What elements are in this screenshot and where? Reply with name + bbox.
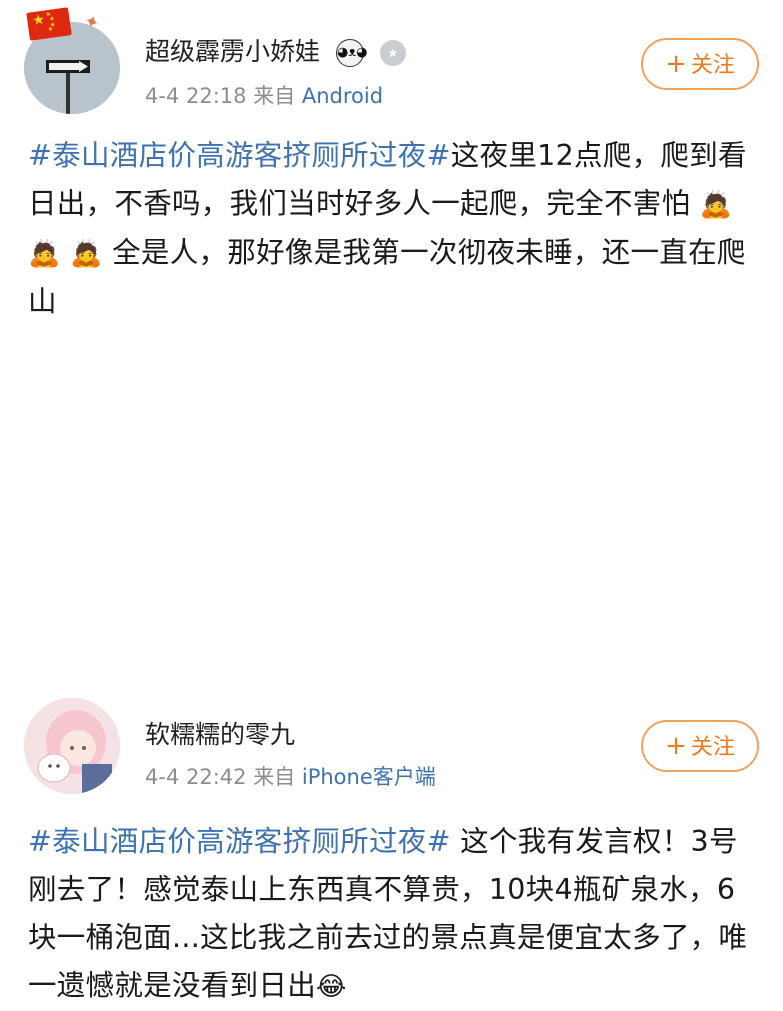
post-date: 4-4 22:42 <box>145 765 247 789</box>
anime-girl-image <box>24 698 120 794</box>
post-date: 4-4 22:18 <box>145 84 247 108</box>
weibo-post: 软糯糯的零九 4-4 22:42 来自 iPhone客户端 + 关注 #泰山酒店价… <box>0 340 783 1002</box>
via-label: 来自 <box>253 765 296 789</box>
username-text[interactable]: 超级霹雳小娇娃 <box>145 37 320 66</box>
follow-label: 关注 <box>690 53 735 78</box>
panda-icon: ◕ᴥ◕ <box>335 39 368 67</box>
plus-icon: + <box>665 49 687 79</box>
china-flag-icon: ★ ★ ★ ★ ★ <box>26 7 72 41</box>
bowing-emoji-icon: 🙇 <box>28 239 61 269</box>
post-meta: 4-4 22:42 来自 iPhone客户端 <box>145 764 436 790</box>
username[interactable]: 软糯糯的零九 <box>145 720 295 750</box>
post-source[interactable]: Android <box>302 84 383 108</box>
follow-label: 关注 <box>690 735 735 760</box>
follow-button[interactable]: + 关注 <box>641 720 759 772</box>
hashtag-link[interactable]: #泰山酒店价高游客挤厕所过夜# <box>28 139 451 172</box>
bowing-emoji-icon: 🙇 <box>699 190 733 220</box>
medal-icon: ★ <box>379 40 406 66</box>
plus-icon: + <box>665 731 687 761</box>
username-text[interactable]: 软糯糯的零九 <box>145 720 295 749</box>
via-label: 来自 <box>253 84 296 108</box>
user-avatar[interactable] <box>24 698 120 794</box>
post-content: #泰山酒店价高游客挤厕所过夜# 这个我有发言权！3号刚去了！感觉泰山上东西真不算… <box>28 818 758 1011</box>
laughing-crying-emoji-icon: 😂 <box>316 972 347 1002</box>
bowing-emoji-icon: 🙇 <box>70 239 103 269</box>
post-text-continued: 全是人，那好像是我第一次彻夜未睡，还一直在爬山 <box>28 236 746 318</box>
post-meta: 4-4 22:18 来自 Android <box>145 83 383 109</box>
post-source[interactable]: iPhone客户端 <box>302 765 436 789</box>
hashtag-link[interactable]: #泰山酒店价高游客挤厕所过夜# <box>28 825 451 858</box>
weibo-post: ★ ★ ★ ★ ★ ✦ 超级霹雳小娇娃 ◕ᴥ◕ ★ 4-4 22:18 来自 A… <box>0 0 783 340</box>
post-content: #泰山酒店价高游客挤厕所过夜#这夜里12点爬，爬到看日出，不香吗，我们当时好多人… <box>28 132 758 326</box>
username[interactable]: 超级霹雳小娇娃 ◕ᴥ◕ ★ <box>145 37 406 67</box>
follow-button[interactable]: + 关注 <box>641 38 759 90</box>
